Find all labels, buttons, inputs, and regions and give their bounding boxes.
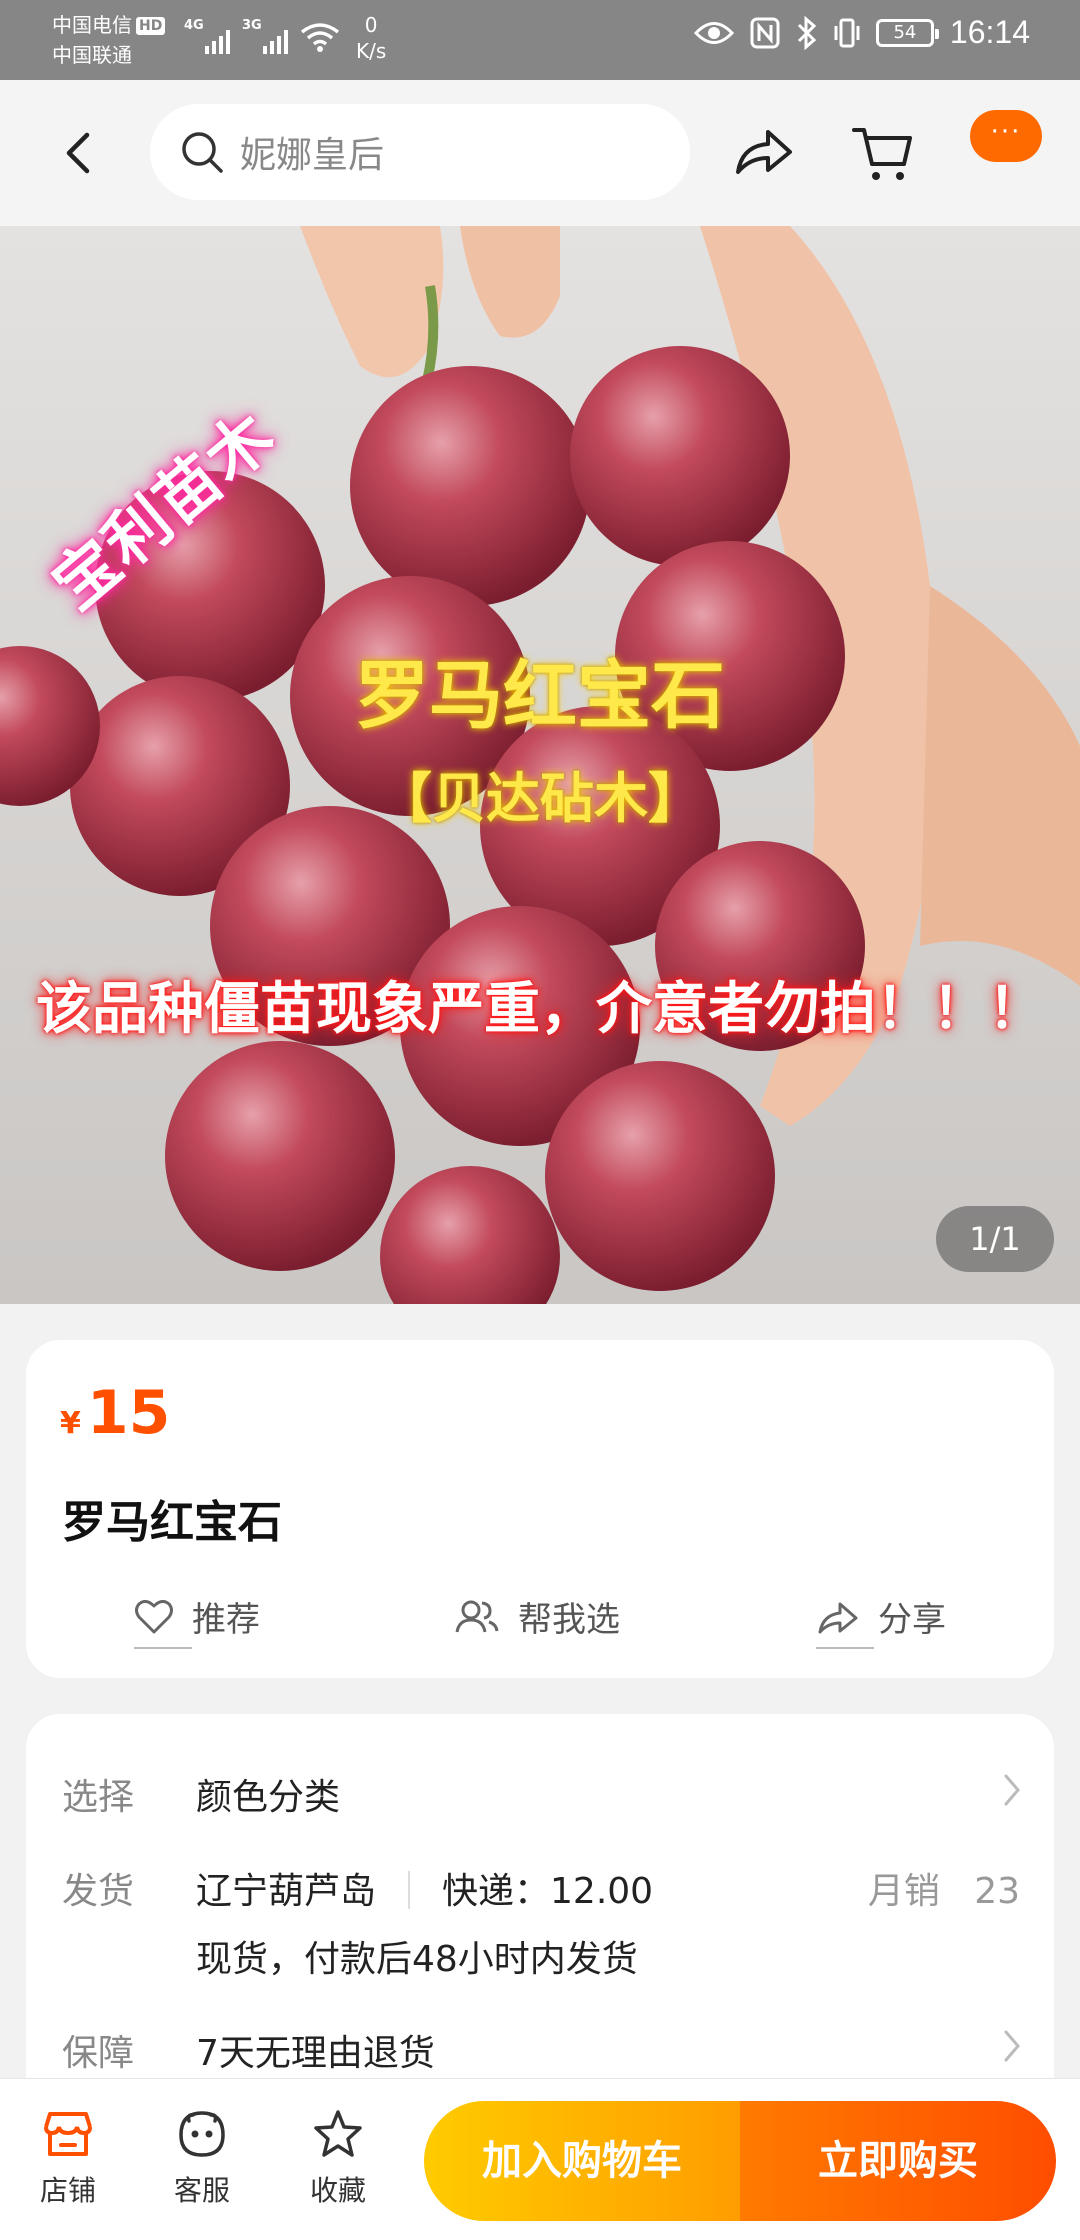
signal-3g-icon: 3G [242,18,288,54]
chevron-right-icon [1004,2030,1020,2062]
service-tab[interactable]: 客服 [152,2109,252,2209]
shipping-label: 发货 [62,1871,135,1912]
monthly-sales-label: 月销 [867,1871,940,1912]
recommend-label: 推荐 [192,1600,260,1640]
search-placeholder: 妮娜皇后 [240,135,385,176]
share-button[interactable]: 分享 [816,1592,946,1649]
info-card: 选择 颜色分类 发货 辽宁葫芦岛 快递：12.00 月销 23 现货，付款后48小… [26,1714,1054,2094]
search-input[interactable]: 妮娜皇后 [150,104,690,200]
monthly-sales-value: 23 [974,1871,1020,1912]
hero-warning: 该品种僵苗现象严重，介意者勿拍！！！ [36,977,1044,1042]
shipping-origin: 辽宁葫芦岛 [196,1871,377,1912]
product-actions: 推荐 帮我选 分享 [26,1592,1054,1662]
shipping-info: 辽宁葫芦岛 快递：12.00 [196,1862,653,1914]
bottom-bar: 店铺 客服 收藏 加入购物车 立即购买 [0,2078,1080,2240]
nfc-icon [750,17,780,48]
share-underline [816,1647,874,1649]
more-button[interactable]: ··· [970,110,1042,162]
speed-value: 0 [364,13,378,37]
share-label: 分享 [878,1600,946,1640]
wifi-icon [300,23,340,52]
share-icon [818,1602,858,1633]
back-button[interactable] [48,118,108,188]
clock: 16:14 [949,14,1030,50]
customer-service-icon [179,2111,225,2157]
status-right: 54 16:14 [693,14,1030,51]
price: ¥15 [60,1378,170,1448]
guarantee-label: 保障 [62,2033,135,2074]
battery-level: 54 [893,21,917,43]
carrier-1: 中国电信 [52,13,132,37]
speed-unit: K/s [356,39,387,63]
select-label: 选择 [62,1777,135,1818]
shipping-note: 现货，付款后48小时内发货 [196,1939,638,1980]
shipping-fee: 快递：12.00 [442,1871,654,1912]
recommend-underline [134,1647,192,1649]
separator [408,1871,411,1909]
select-value: 颜色分类 [196,1777,341,1818]
carrier-2: 中国联通 [52,43,132,67]
store-label: 店铺 [39,2174,96,2207]
buy-now-button[interactable]: 立即购买 [740,2101,1056,2221]
purchase-buttons: 加入购物车 立即购买 [424,2101,1056,2221]
hero-subtitle: 【贝达砧木】 [378,767,702,830]
star-icon [314,2110,362,2157]
network-type-2: 3G [242,18,262,33]
price-card: ¥15 罗马红宝石 推荐 帮我选 分享 [26,1340,1054,1678]
hd-badge: HD [136,17,166,35]
battery-icon: 54 [875,18,939,47]
help-choose-button[interactable]: 帮我选 [454,1592,620,1641]
add-to-cart-button[interactable]: 加入购物车 [424,2101,740,2221]
network-type-1: 4G [184,18,204,33]
image-page-indicator: 1/1 [936,1206,1054,1272]
network-speed: 0 K/s [356,12,386,64]
search-icon [182,132,223,173]
guarantee-value: 7天无理由退货 [196,2033,435,2074]
price-value: 15 [86,1378,171,1448]
chevron-right-icon [1004,1774,1020,1806]
cart-icon[interactable] [850,120,916,186]
favorite-label: 收藏 [309,2174,366,2207]
carrier-info: 中国电信 HD 中国联通 [52,10,166,70]
vibrate-icon [834,18,860,47]
store-tab[interactable]: 店铺 [18,2109,118,2209]
currency-symbol: ¥ [60,1406,81,1441]
monthly-sales: 月销 23 [868,1862,1020,1914]
recommend-button[interactable]: 推荐 [134,1592,260,1649]
eye-icon [693,21,734,44]
hero-title: 罗马红宝石 [355,653,725,739]
store-icon [44,2112,92,2156]
bluetooth-icon [797,15,817,50]
help-choose-label: 帮我选 [518,1600,620,1640]
heart-icon [135,1599,173,1633]
people-icon [455,1600,499,1632]
signal-indicators: 4G 3G [184,18,340,54]
service-label: 客服 [173,2174,230,2207]
status-bar: 中国电信 HD 中国联通 4G 3G 0 K/s 54 16:14 [0,0,1080,80]
signal-4g-icon: 4G [184,18,230,54]
top-nav: 妮娜皇后 ··· [0,80,1080,226]
product-image[interactable]: 宝利苗木 罗马红宝石 【贝达砧木】 该品种僵苗现象严重，介意者勿拍！！！ 1/1 [0,226,1080,1304]
share-icon[interactable] [730,120,796,186]
favorite-tab[interactable]: 收藏 [288,2109,388,2209]
product-title: 罗马红宝石 [62,1497,282,1548]
chevron-left-icon [66,132,90,174]
